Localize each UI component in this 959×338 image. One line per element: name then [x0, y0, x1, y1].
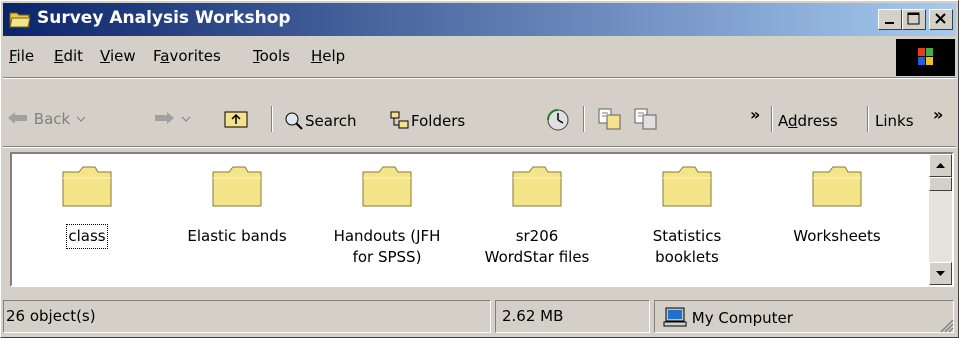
forward-button[interactable]	[153, 110, 192, 128]
toolbar-separator	[271, 106, 273, 132]
forward-arrow-icon	[155, 112, 174, 124]
folder-icon	[362, 166, 412, 207]
up-folder-icon	[224, 111, 248, 128]
status-size: 2.62 MB	[495, 300, 650, 333]
arrow-up-icon	[936, 163, 945, 168]
close-icon	[935, 13, 946, 24]
folder-icon	[212, 166, 262, 207]
folder-item-statistics-booklets[interactable]: Statistics booklets	[612, 164, 762, 268]
minimize-button[interactable]	[878, 9, 902, 30]
folder-label: sr206 WordStar files	[484, 227, 590, 266]
status-zone: My Computer	[654, 300, 954, 333]
folder-label: Statistics booklets	[652, 227, 722, 266]
menu-tools[interactable]: Tools	[253, 47, 290, 65]
close-button[interactable]	[929, 9, 953, 30]
title-bar[interactable]: Survey Analysis Workshop	[3, 3, 956, 36]
minimize-icon	[885, 22, 894, 24]
toolbar-separator	[583, 106, 585, 132]
chevron-down-icon	[181, 116, 191, 122]
back-label: Back	[33, 110, 71, 128]
scroll-thumb[interactable]	[929, 177, 952, 191]
back-arrow-icon	[8, 112, 27, 124]
history-button[interactable]	[545, 107, 571, 137]
file-list-view[interactable]: class Elastic bands Handouts (JFH for SPS…	[10, 152, 954, 287]
toolbar: Back Search Folders » Address Links »	[3, 79, 956, 145]
scroll-down-button[interactable]	[929, 262, 952, 285]
folder-item-handouts[interactable]: Handouts (JFH for SPSS)	[312, 164, 462, 268]
history-icon	[547, 109, 569, 131]
menu-bar: File Edit View Favorites Tools Help	[3, 39, 956, 76]
folder-item-sr206-wordstar-files[interactable]: sr206 WordStar files	[462, 164, 612, 268]
folder-icon	[662, 166, 712, 207]
up-folder-button[interactable]	[223, 107, 249, 133]
search-icon	[285, 112, 303, 130]
status-location-label: My Computer	[691, 309, 793, 327]
move-to-button[interactable]	[597, 107, 623, 135]
back-button[interactable]: Back	[7, 110, 87, 128]
folder-label: class	[66, 224, 108, 249]
folders-button[interactable]: Folders	[389, 110, 465, 130]
folder-icon	[812, 166, 862, 207]
links-overflow-chevron[interactable]: »	[933, 105, 943, 124]
menu-file[interactable]: File	[9, 47, 34, 65]
toolbar-separator	[867, 106, 869, 132]
folder-item-elastic-bands[interactable]: Elastic bands	[162, 164, 312, 247]
menu-help[interactable]: Help	[311, 47, 345, 65]
windows-logo	[896, 39, 955, 76]
folder-item-worksheets[interactable]: Worksheets	[762, 164, 912, 247]
arrow-down-icon	[936, 271, 945, 276]
windows-flag-icon	[918, 48, 933, 65]
folder-open-icon	[9, 12, 31, 28]
maximize-icon	[907, 12, 920, 25]
folder-label: Worksheets	[793, 227, 881, 245]
links-bar-label[interactable]: Links	[875, 112, 914, 130]
my-computer-icon	[663, 307, 687, 327]
toolbar-overflow-chevron[interactable]: »	[750, 105, 760, 124]
copy-to-button[interactable]	[633, 107, 659, 135]
move-to-icon	[598, 108, 621, 130]
toolbar-content-divider	[3, 146, 956, 148]
folder-item-class[interactable]: class	[12, 164, 162, 249]
explorer-window: Survey Analysis Workshop File Edit View …	[0, 0, 959, 338]
chevron-down-icon	[76, 116, 86, 122]
toolbar-separator	[771, 106, 773, 132]
maximize-button[interactable]	[902, 9, 926, 30]
folders-label: Folders	[411, 112, 466, 130]
copy-to-icon	[634, 108, 657, 130]
address-bar-label[interactable]: Address	[778, 112, 838, 130]
folder-label: Elastic bands	[187, 227, 287, 245]
status-object-count: 26 object(s)	[3, 300, 491, 333]
scroll-up-button[interactable]	[929, 154, 952, 177]
folder-label: Handouts (JFH for SPSS)	[333, 227, 441, 266]
resize-grip-icon[interactable]	[938, 317, 954, 333]
search-button[interactable]: Search	[283, 110, 357, 130]
menu-view[interactable]: View	[100, 47, 136, 65]
folders-tree-icon	[390, 111, 409, 129]
status-bar: 26 object(s) 2.62 MB My Computer	[3, 298, 956, 335]
vertical-scrollbar[interactable]	[929, 154, 952, 285]
menu-edit[interactable]: Edit	[54, 47, 83, 65]
window-title: Survey Analysis Workshop	[37, 8, 291, 28]
menu-favorites[interactable]: Favorites	[153, 47, 221, 65]
search-label: Search	[305, 112, 357, 130]
folder-icon	[62, 166, 112, 207]
folder-icon	[512, 166, 562, 207]
